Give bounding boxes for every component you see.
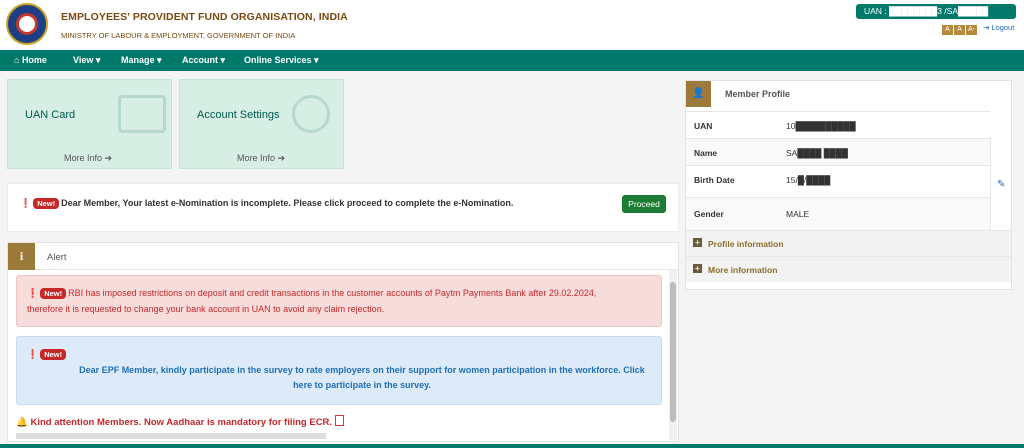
proceed-button[interactable]: Proceed	[622, 195, 666, 213]
uan-card-tile[interactable]: UAN Card More Info ➔	[7, 79, 172, 169]
exclamation-icon: ❗	[27, 288, 39, 298]
truncated-notice	[16, 433, 326, 439]
font-increase-button[interactable]: A	[942, 25, 953, 35]
user-add-icon: 👤	[686, 81, 711, 107]
new-badge: New!	[40, 349, 67, 360]
caret-down-icon: ▾	[93, 55, 101, 65]
bell-icon: 🔔	[16, 417, 28, 428]
edit-icon[interactable]: ✎	[997, 179, 1005, 190]
profile-header: 👤 Member Profile	[686, 81, 1011, 107]
nav-view[interactable]: View ▾	[73, 55, 100, 66]
epfo-logo	[6, 3, 48, 45]
site-header: EMPLOYEES' PROVIDENT FUND ORGANISATION, …	[0, 0, 1024, 50]
nav-account[interactable]: Account ▾	[182, 55, 225, 66]
profile-row-gender: Gender MALE	[686, 197, 990, 230]
account-settings-more-info[interactable]: More Info ➔	[237, 153, 285, 164]
card-icon	[118, 95, 166, 133]
font-size-controls: A A A-	[942, 23, 978, 35]
caret-down-icon: ▾	[154, 55, 162, 65]
nomination-text: Dear Member, Your latest e-Nomination is…	[61, 198, 514, 208]
logo-emblem-icon	[16, 13, 38, 35]
profile-title: Member Profile	[725, 89, 791, 99]
caret-down-icon: ▾	[311, 55, 319, 65]
logout-link[interactable]: ⇥ Logout	[983, 23, 1014, 32]
footer-bar	[0, 444, 1024, 448]
caret-down-icon: ▾	[218, 55, 226, 65]
org-title: EMPLOYEES' PROVIDENT FUND ORGANISATION, …	[61, 11, 348, 23]
main-nav: ⌂ Home View ▾ Manage ▾ Account ▾ Online …	[0, 50, 1024, 71]
gear-icon	[292, 95, 330, 133]
aadhaar-notice[interactable]: 🔔 Kind attention Members. Now Aadhaar is…	[16, 415, 345, 428]
org-subtitle: MINISTRY OF LABOUR & EMPLOYMENT, GOVERNM…	[61, 31, 296, 40]
nav-online-services[interactable]: Online Services ▾	[244, 55, 319, 66]
paytm-alert: ❗ New! RBI has imposed restrictions on dep…	[16, 275, 662, 327]
account-settings-title: Account Settings	[197, 109, 280, 121]
accordion-profile-information[interactable]: + Profile information	[686, 230, 1011, 256]
paytm-alert-line2: therefore it is requested to change your…	[27, 304, 385, 314]
font-decrease-button[interactable]: A-	[966, 25, 977, 35]
nav-manage[interactable]: Manage ▾	[121, 55, 162, 66]
profile-row-birth-date: Birth Date 15/█/████	[686, 165, 990, 197]
nomination-notice: ❗ New! Dear Member, Your latest e-Nominati…	[7, 183, 679, 232]
uan-card-title: UAN Card	[25, 109, 76, 121]
accordion-more-information[interactable]: + More information	[686, 256, 1011, 282]
font-normal-button[interactable]: A	[954, 25, 965, 35]
alert-panel: i Alert ❗ New! RBI has imposed restriction…	[7, 242, 679, 442]
alert-header: i Alert	[8, 243, 678, 270]
uan-display: UAN : ████████3 /SA█████	[856, 4, 1016, 19]
member-profile-panel: 👤 Member Profile UAN 10██████████ Name S…	[685, 80, 1012, 290]
info-icon: i	[8, 243, 35, 270]
survey-alert[interactable]: ❗ New! Dear EPF Member, kindly participat…	[16, 336, 662, 405]
edit-column: ✎	[990, 138, 1011, 230]
arrow-right-icon: ➔	[277, 153, 286, 163]
alert-scrollbar[interactable]	[669, 270, 677, 440]
pdf-icon[interactable]	[335, 415, 345, 426]
info-icon: ❗	[20, 198, 32, 208]
plus-icon: +	[693, 238, 702, 247]
profile-row-name: Name SA████ ████	[686, 138, 990, 165]
survey-link[interactable]: Dear EPF Member, kindly participate in t…	[77, 363, 647, 393]
alert-title: Alert	[47, 252, 67, 263]
home-icon: ⌂	[14, 55, 22, 65]
exclamation-icon: ❗	[27, 349, 39, 359]
nav-home[interactable]: ⌂ Home	[14, 55, 47, 65]
arrow-right-icon: ➔	[104, 153, 113, 163]
new-badge: New!	[40, 288, 67, 299]
new-badge: New!	[33, 198, 60, 209]
profile-row-uan: UAN 10██████████	[686, 111, 990, 138]
account-settings-tile[interactable]: Account Settings More Info ➔	[179, 79, 344, 169]
scroll-thumb[interactable]	[670, 282, 676, 422]
uan-card-more-info[interactable]: More Info ➔	[64, 153, 112, 164]
plus-icon: +	[693, 264, 702, 273]
paytm-alert-line1: RBI has imposed restrictions on deposit …	[68, 288, 597, 298]
logout-label: Logout	[991, 23, 1015, 32]
